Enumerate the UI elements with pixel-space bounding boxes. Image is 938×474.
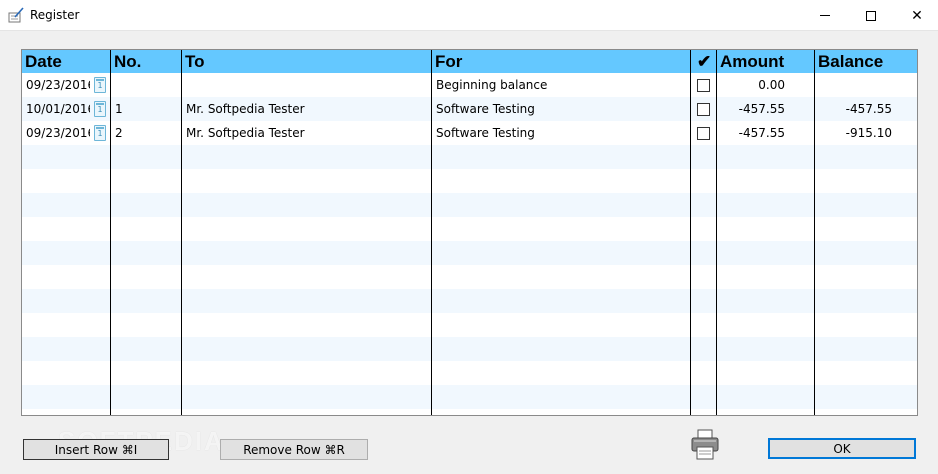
register-table: Date No. To For ✔ Amount Balance 09/23/2… xyxy=(21,49,918,416)
amount-cell[interactable]: -457.55 xyxy=(722,121,785,145)
amount-cell[interactable]: -457.55 xyxy=(722,97,785,121)
minimize-icon xyxy=(820,15,830,16)
number-cell[interactable]: 2 xyxy=(115,121,177,145)
column-divider xyxy=(716,50,717,415)
header-for[interactable]: For xyxy=(432,50,690,73)
ok-button[interactable]: OK xyxy=(768,438,916,459)
table-row[interactable] xyxy=(22,337,917,361)
amount-cell[interactable]: 0.00 xyxy=(722,73,785,97)
header-balance[interactable]: Balance xyxy=(815,50,915,73)
number-cell[interactable] xyxy=(115,73,177,97)
table-row[interactable] xyxy=(22,361,917,385)
register-app-icon xyxy=(8,7,24,23)
header-to[interactable]: To xyxy=(182,50,431,73)
header-no[interactable]: No. xyxy=(111,50,181,73)
table-row[interactable] xyxy=(22,385,917,409)
balance-cell: -457.55 xyxy=(845,102,892,116)
calendar-icon[interactable] xyxy=(94,101,106,117)
table-row[interactable] xyxy=(22,313,917,337)
maximize-button[interactable] xyxy=(848,0,894,31)
column-divider xyxy=(431,50,432,415)
table-row[interactable] xyxy=(22,241,917,265)
table-row[interactable] xyxy=(22,169,917,193)
table-header: Date No. To For ✔ Amount Balance xyxy=(22,50,917,73)
table-row[interactable] xyxy=(22,193,917,217)
column-divider xyxy=(110,50,111,415)
memo-cell[interactable]: Software Testing xyxy=(436,121,686,145)
maximize-icon xyxy=(866,10,876,21)
window-title: Register xyxy=(30,8,80,22)
printer-icon[interactable] xyxy=(690,429,720,461)
remove-row-button[interactable]: Remove Row ⌘R xyxy=(220,439,368,460)
calendar-icon[interactable] xyxy=(94,77,106,93)
close-icon: ✕ xyxy=(911,7,923,24)
payee-cell[interactable] xyxy=(186,73,428,97)
table-row[interactable]: 09/23/2016 2 Mr. Softpedia Tester Software … xyxy=(22,121,917,145)
payee-cell[interactable]: Mr. Softpedia Tester xyxy=(186,97,428,121)
cleared-checkbox[interactable] xyxy=(697,79,710,92)
column-divider xyxy=(181,50,182,415)
table-row[interactable]: 09/23/2016 Beginning balance 0.00 xyxy=(22,73,917,97)
table-row[interactable] xyxy=(22,289,917,313)
table-body: 09/23/2016Beginning balance0.0010/01/201… xyxy=(22,73,917,409)
date-cell[interactable]: 09/23/2016 xyxy=(26,121,90,145)
date-cell[interactable]: 10/01/2016 xyxy=(26,97,90,121)
header-date[interactable]: Date xyxy=(22,50,110,73)
cleared-checkbox[interactable] xyxy=(697,127,710,140)
calendar-icon[interactable] xyxy=(94,125,106,141)
table-row[interactable] xyxy=(22,217,917,241)
number-cell[interactable]: 1 xyxy=(115,97,177,121)
date-cell[interactable]: 09/23/2016 xyxy=(26,73,90,97)
minimize-button[interactable] xyxy=(802,0,848,31)
cleared-checkbox[interactable] xyxy=(697,103,710,116)
balance-cell xyxy=(822,73,892,97)
column-divider xyxy=(814,50,815,415)
table-row[interactable] xyxy=(22,145,917,169)
table-row[interactable]: 10/01/2016 1 Mr. Softpedia Tester Software … xyxy=(22,97,917,121)
title-bar: Register ✕ xyxy=(0,0,938,31)
close-button[interactable]: ✕ xyxy=(894,0,938,31)
header-amount[interactable]: Amount xyxy=(717,50,814,73)
balance-cell: -915.10 xyxy=(845,126,892,140)
memo-cell[interactable]: Software Testing xyxy=(436,97,686,121)
insert-row-button[interactable]: Insert Row ⌘I xyxy=(23,439,169,460)
memo-cell[interactable]: Beginning balance xyxy=(436,73,686,97)
table-row[interactable] xyxy=(22,265,917,289)
payee-cell[interactable]: Mr. Softpedia Tester xyxy=(186,121,428,145)
column-divider xyxy=(690,50,691,415)
